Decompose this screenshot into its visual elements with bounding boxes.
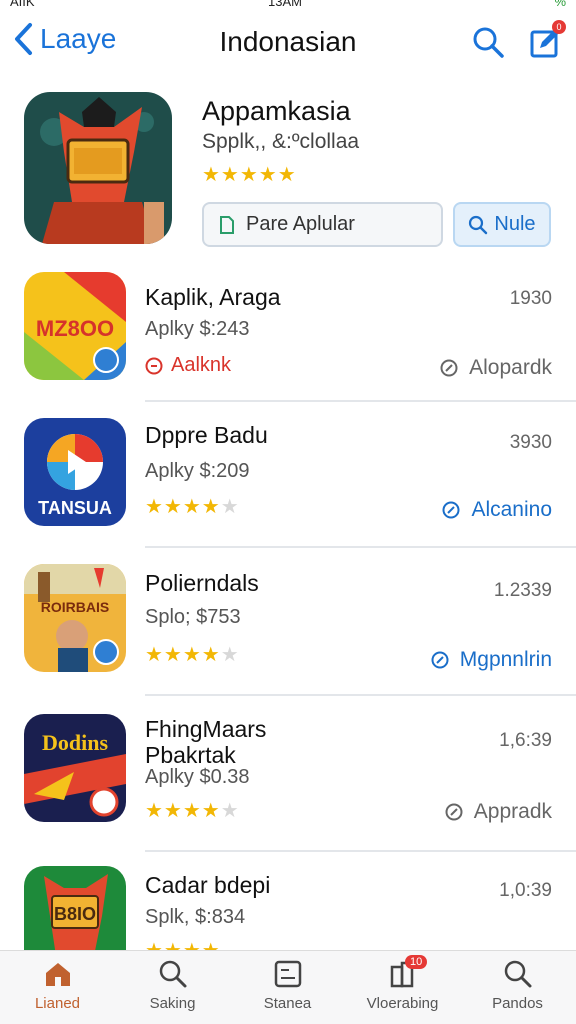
tab-list[interactable]: Stanea bbox=[230, 959, 345, 1012]
tab-label: Vloerabing bbox=[366, 995, 439, 1012]
search-icon[interactable] bbox=[470, 24, 506, 60]
app-action-button[interactable]: Mgpnnlrin bbox=[430, 648, 552, 672]
featured-app-icon[interactable] bbox=[24, 92, 172, 244]
app-number: 3930 bbox=[509, 432, 552, 453]
divider bbox=[145, 850, 576, 852]
app-name: Dppre Badu bbox=[145, 422, 268, 448]
app-name: Kaplik, Araga bbox=[145, 284, 281, 310]
app-name: FhingMaars Pbakrtak bbox=[145, 716, 267, 768]
app-rating: ★★★★ bbox=[145, 938, 221, 950]
primary-action-label: Pare Aplular bbox=[246, 213, 355, 235]
app-rating: ★★★★★ bbox=[145, 494, 240, 519]
secondary-action-label: Nule bbox=[494, 213, 536, 235]
list-item[interactable]: ROIRBAIS Polierndals Splo; $753 ★★★★★ 1.… bbox=[0, 564, 576, 694]
app-icon-text: MZ8OO bbox=[36, 316, 114, 341]
search-icon bbox=[469, 215, 488, 234]
status-bar: AIIK 13AM % bbox=[0, 0, 576, 14]
rating-stars-filled: ★★★★ bbox=[145, 496, 221, 518]
tab-label: Stanea bbox=[263, 995, 312, 1012]
app-action-button[interactable]: Alopardk bbox=[439, 356, 552, 380]
age-rating-tag: Aalknk bbox=[145, 354, 231, 377]
carrier-label: AIIK bbox=[10, 0, 35, 9]
app-icon[interactable]: ROIRBAIS bbox=[24, 564, 126, 672]
document-icon bbox=[220, 215, 234, 234]
rating-stars-empty: ★ bbox=[220, 496, 240, 518]
list-item[interactable]: B8IO Cadar bdepi Splk, $:834 ★★★★ 1,0:39 bbox=[0, 866, 576, 950]
divider bbox=[145, 400, 576, 402]
app-icon[interactable]: B8IO bbox=[24, 866, 126, 950]
age-rating-label: Aalknk bbox=[171, 354, 232, 376]
tab-label: Lianed bbox=[34, 995, 81, 1012]
list-icon bbox=[274, 960, 301, 988]
rating-stars-filled: ★★★★ bbox=[145, 644, 221, 666]
tab-home[interactable]: Lianed bbox=[0, 959, 115, 1012]
featured-app: Appamkasia Spplk,, &:ºclollaa ★★★★★ Pare… bbox=[24, 92, 564, 252]
app-icon[interactable]: MZ8OO bbox=[24, 272, 126, 380]
app-number: 1,6:39 bbox=[499, 730, 552, 751]
warning-icon bbox=[145, 357, 163, 374]
featured-app-subtitle: Spplk,, &:ºclollaa bbox=[202, 130, 360, 153]
app-icon[interactable]: TANSUA bbox=[24, 418, 126, 526]
app-icon-text: B8IO bbox=[54, 904, 96, 924]
nav-bar: Laaye Indonasian 0 bbox=[0, 18, 576, 68]
link-icon bbox=[440, 359, 458, 377]
app-action-button[interactable]: Appradk bbox=[444, 800, 552, 824]
app-price: Aplky $:243 bbox=[145, 318, 250, 340]
list-item[interactable]: MZ8OO Kaplik, Araga Aplky $:243 Aalknk 1… bbox=[0, 272, 576, 402]
link-icon bbox=[442, 501, 460, 519]
secondary-action-button[interactable]: Nule bbox=[453, 202, 551, 247]
link-icon bbox=[445, 803, 463, 821]
featured-app-rating: ★★★★★ bbox=[202, 164, 297, 186]
featured-app-name: Appamkasia bbox=[202, 96, 351, 126]
tab-label: Saking bbox=[149, 995, 196, 1012]
app-name: Polierndals bbox=[145, 570, 259, 596]
primary-action-button[interactable]: Pare Aplular bbox=[202, 202, 443, 247]
app-number: 1930 bbox=[509, 288, 552, 309]
app-action-button[interactable]: Alcanino bbox=[441, 498, 552, 522]
divider bbox=[145, 546, 576, 548]
tab-search[interactable]: Saking bbox=[115, 959, 230, 1012]
rating-stars-empty: ★ bbox=[220, 800, 240, 822]
list-item[interactable]: Dodins FhingMaars Pbakrtak Aplky $0.38 ★… bbox=[0, 712, 576, 852]
app-price: Splk, $:834 bbox=[145, 906, 246, 928]
app-action-label: Alopardk bbox=[469, 356, 552, 379]
clock: 13AM bbox=[268, 0, 302, 9]
compose-button[interactable]: 0 bbox=[526, 20, 566, 62]
home-icon bbox=[45, 963, 70, 986]
app-icon-text: ROIRBAIS bbox=[41, 599, 109, 615]
battery-label: % bbox=[554, 0, 566, 9]
compose-badge: 0 bbox=[552, 20, 566, 34]
search-icon bbox=[159, 960, 186, 988]
tab-label: Pandos bbox=[492, 995, 543, 1012]
app-icon-text: Dodins bbox=[42, 730, 108, 755]
app-price: Aplky $:209 bbox=[145, 460, 250, 482]
tab-badge: 10 bbox=[405, 955, 428, 969]
app-name: Cadar bdepi bbox=[145, 872, 271, 898]
divider bbox=[145, 694, 576, 696]
app-icon-text: TANSUA bbox=[38, 498, 112, 518]
tab-search-secondary[interactable]: Pandos bbox=[460, 959, 575, 1012]
app-icon[interactable]: Dodins bbox=[24, 714, 126, 822]
app-price: Aplky $0.38 bbox=[145, 766, 250, 788]
app-action-label: Mgpnnlrin bbox=[459, 648, 552, 671]
app-number: 1,0:39 bbox=[499, 880, 552, 901]
rating-stars-filled: ★★★★ bbox=[145, 800, 221, 822]
rating-stars-empty: ★ bbox=[220, 644, 240, 666]
app-number: 1.2339 bbox=[493, 580, 552, 601]
tab-bar: Lianed Saking Stanea 10 Vloerabing Pando… bbox=[0, 950, 576, 1024]
app-price: Splo; $753 bbox=[145, 606, 241, 628]
app-action-label: Alcanino bbox=[471, 498, 552, 521]
app-action-label: Appradk bbox=[473, 800, 552, 823]
app-rating: ★★★★★ bbox=[145, 642, 240, 667]
tab-updates[interactable]: 10 Vloerabing bbox=[345, 955, 460, 1012]
search-icon bbox=[504, 960, 531, 988]
link-icon bbox=[431, 651, 449, 669]
list-item[interactable]: TANSUA Dppre Badu Aplky $:209 ★★★★★ 3930… bbox=[0, 418, 576, 548]
app-rating: ★★★★★ bbox=[145, 798, 240, 823]
